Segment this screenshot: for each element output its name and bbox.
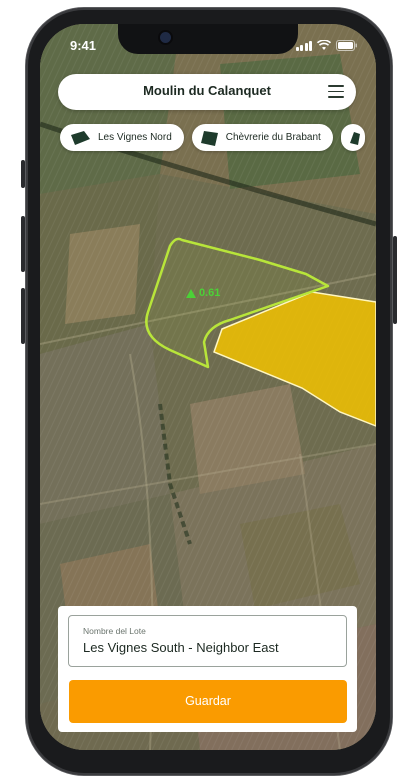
volume-down-button bbox=[21, 288, 25, 344]
lot-name-label: Nombre del Lote bbox=[83, 626, 146, 636]
field-chip-partial[interactable] bbox=[340, 124, 365, 151]
battery-icon bbox=[336, 40, 357, 51]
lot-name-input[interactable] bbox=[83, 640, 333, 655]
hamburger-menu-icon[interactable] bbox=[328, 85, 344, 99]
field-chip-list: Les Vignes Nord Chèvrerie du Brabant bbox=[60, 124, 365, 152]
status-bar: 9:41 bbox=[40, 38, 376, 56]
polygon-area-value: 0.61 bbox=[199, 287, 221, 299]
field-chip-les-vignes-nord[interactable]: Les Vignes Nord bbox=[60, 124, 184, 151]
lot-name-field[interactable]: Nombre del Lote bbox=[68, 615, 347, 667]
wifi-icon bbox=[317, 40, 331, 50]
field-shape-icon bbox=[349, 131, 360, 145]
mute-switch bbox=[21, 160, 25, 188]
field-shape-icon bbox=[200, 130, 218, 146]
farm-header: Moulin du Calanquet bbox=[58, 74, 356, 110]
save-button[interactable]: Guardar bbox=[69, 680, 347, 723]
triangle-marker-icon bbox=[186, 288, 196, 298]
cellular-signal-icon bbox=[295, 40, 312, 51]
field-shape-icon bbox=[71, 130, 90, 145]
field-chip-chevrerie-du-brabant[interactable]: Chèvrerie du Brabant bbox=[191, 124, 333, 151]
screen: 0.61 9:41 Moulin du Calanquet Les Vignes… bbox=[40, 24, 376, 750]
field-chip-label: Les Vignes Nord bbox=[98, 132, 172, 143]
power-button bbox=[393, 236, 397, 324]
volume-up-button bbox=[21, 216, 25, 272]
farm-title: Moulin du Calanquet bbox=[143, 83, 271, 98]
field-chip-label: Chèvrerie du Brabant bbox=[225, 132, 321, 143]
polygon-area-label: 0.61 bbox=[186, 287, 220, 299]
lot-form-sheet: Nombre del Lote Guardar bbox=[58, 606, 357, 732]
status-time: 9:41 bbox=[70, 38, 97, 53]
